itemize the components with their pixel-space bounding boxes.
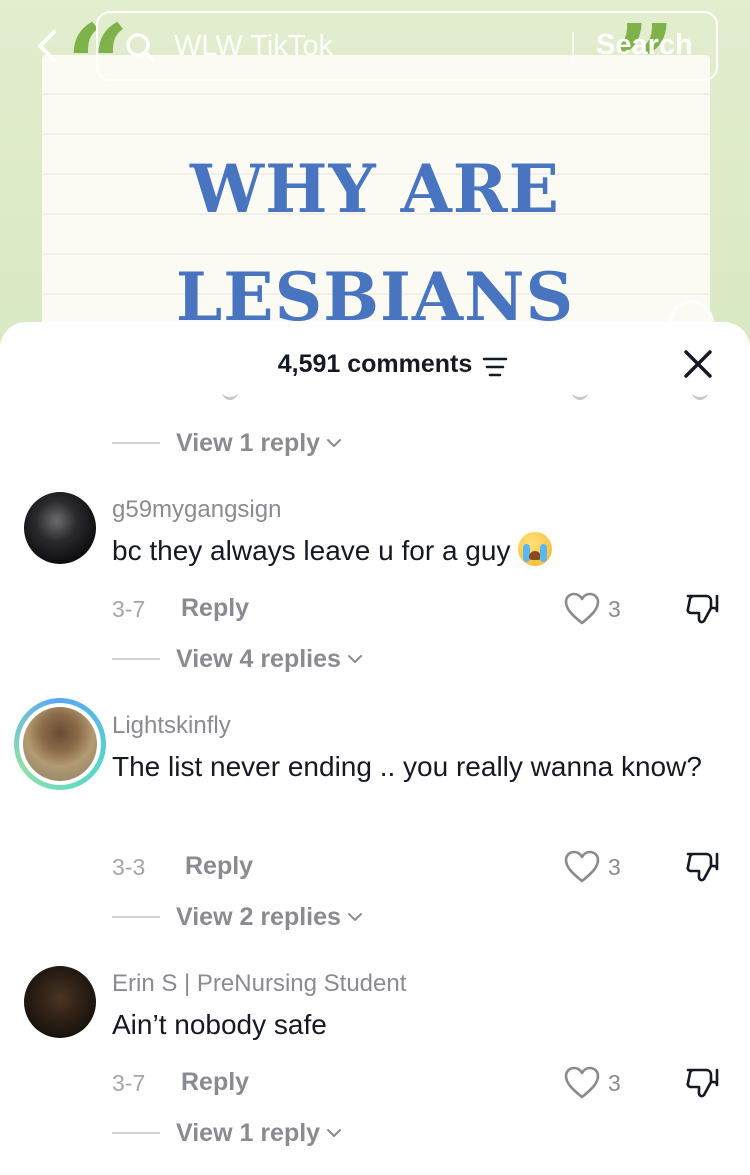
video-title-line-1: WHY ARE xyxy=(190,150,560,228)
video-title-line-2: LESBIANS xyxy=(175,258,575,336)
comment-username[interactable]: Lightskinfly xyxy=(112,712,231,740)
heart-icon[interactable] xyxy=(564,592,600,626)
view-replies-label: View 2 replies xyxy=(176,902,341,931)
previous-comment-cutoff xyxy=(0,394,750,406)
chevron-down-icon xyxy=(347,913,362,921)
view-replies-label: View 4 replies xyxy=(176,644,341,673)
chevron-down-icon xyxy=(347,655,362,663)
comment-count-label: 4,591 comments xyxy=(277,350,473,378)
reply-thread-line xyxy=(112,916,160,918)
comment-date: 3-3 xyxy=(112,854,146,880)
reply-button[interactable]: Reply xyxy=(181,1068,249,1097)
view-replies-label: View 1 reply xyxy=(176,428,321,457)
thumbs-down-icon[interactable] xyxy=(684,1064,720,1100)
avatar[interactable] xyxy=(24,966,96,1038)
avatar-image xyxy=(23,707,97,781)
like-count: 3 xyxy=(608,596,621,622)
chevron-left-icon xyxy=(38,30,56,62)
search-icon xyxy=(126,33,156,63)
close-comments-button[interactable] xyxy=(680,346,716,382)
comment-count: 4,591 comments xyxy=(0,350,750,379)
like-count: 3 xyxy=(608,1070,621,1096)
comment-date: 3-7 xyxy=(112,596,146,622)
sort-icon[interactable] xyxy=(482,356,508,378)
comments-sheet: 4,591 comments View 1 reply g59mygangsig… xyxy=(0,322,750,1175)
thumbs-down-icon[interactable] xyxy=(684,590,720,626)
reply-button[interactable]: Reply xyxy=(181,594,249,623)
chevron-down-icon xyxy=(327,439,342,447)
avatar[interactable] xyxy=(24,492,96,564)
comment-date: 3-7 xyxy=(112,1070,146,1096)
search-input[interactable]: WLW TikTok xyxy=(174,30,333,63)
reply-thread-line xyxy=(112,442,160,444)
view-replies-button[interactable]: View 4 replies xyxy=(112,642,363,676)
comment-username[interactable]: g59mygangsign xyxy=(112,496,281,524)
reply-thread-line xyxy=(112,658,160,660)
comments-header: 4,591 comments xyxy=(0,346,750,386)
chevron-down-icon xyxy=(327,1129,342,1137)
heart-icon[interactable] xyxy=(564,850,600,884)
view-replies-button[interactable]: View 1 reply xyxy=(112,426,342,460)
thumbs-down-icon[interactable] xyxy=(684,848,720,884)
crying-face-emoji-icon xyxy=(518,532,553,566)
back-button[interactable] xyxy=(30,28,66,64)
avatar-ring-inner xyxy=(19,703,101,785)
comment-text: Ain’t nobody safe xyxy=(112,1009,327,1040)
comment-text: The list never ending .. you really wann… xyxy=(112,751,702,782)
like-count: 3 xyxy=(608,854,621,880)
comment-text: bc they always leave u for a guy xyxy=(112,530,702,571)
view-replies-button[interactable]: View 2 replies xyxy=(112,900,363,934)
search-bar[interactable]: WLW TikTok Search xyxy=(96,11,718,81)
comment-text-content: bc they always leave u for a guy xyxy=(112,535,511,566)
heart-icon[interactable] xyxy=(564,1066,600,1100)
view-replies-button[interactable]: View 1 reply xyxy=(112,1116,342,1150)
reply-thread-line xyxy=(112,1132,160,1134)
view-replies-label: View 1 reply xyxy=(176,1118,321,1147)
comment-username[interactable]: Erin S | PreNursing Student xyxy=(112,970,406,998)
search-button[interactable]: Search xyxy=(596,29,693,62)
search-divider xyxy=(572,32,574,62)
close-icon xyxy=(684,350,712,378)
reply-button[interactable]: Reply xyxy=(185,852,253,881)
avatar[interactable] xyxy=(14,698,106,790)
